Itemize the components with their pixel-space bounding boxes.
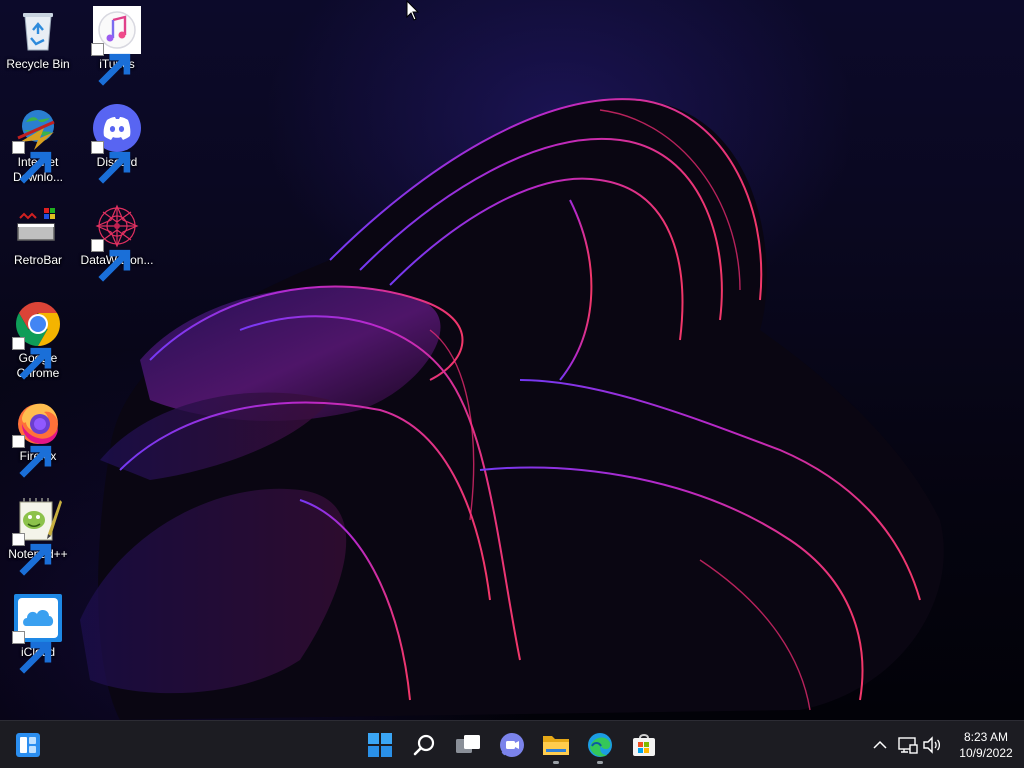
file-explorer-button[interactable] xyxy=(536,721,576,768)
icon-label: RetroBar xyxy=(13,253,63,267)
desktop-icon-internet-download-manager[interactable]: Internet Downlo... xyxy=(0,104,76,185)
chat-button[interactable] xyxy=(492,721,532,768)
clock-time: 8:23 AM xyxy=(963,730,1009,744)
desktop-icon-google-chrome[interactable]: Google Chrome xyxy=(0,300,76,381)
mouse-cursor-icon xyxy=(406,0,420,21)
desktop-icon-datawagon[interactable]: DataWagon... xyxy=(79,202,155,282)
desktop-icon-notepad-plus-plus[interactable]: Notepad++ xyxy=(0,496,76,576)
teams-chat-icon xyxy=(500,732,524,757)
search-button[interactable] xyxy=(404,721,444,768)
desktop-icon-discord[interactable]: Discord xyxy=(79,104,155,184)
clock[interactable]: 8:23 AM 10/9/2022 xyxy=(948,729,1024,761)
desktop-icon-recycle-bin[interactable]: Recycle Bin xyxy=(0,6,76,72)
desktop-icon-itunes[interactable]: iTunes xyxy=(79,6,155,86)
windows-start-icon xyxy=(368,732,392,757)
chevron-up-icon xyxy=(873,740,887,749)
shortcut-arrow-icon xyxy=(91,239,131,282)
retrobar-icon xyxy=(17,208,55,241)
desktop-icon-firefox[interactable]: Firefox xyxy=(0,398,76,478)
shortcut-arrow-icon xyxy=(12,337,52,380)
icon-label: Recycle Bin xyxy=(6,57,70,71)
clock-date: 10/9/2022 xyxy=(959,746,1013,760)
store-icon xyxy=(633,733,655,756)
shortcut-arrow-icon xyxy=(12,141,52,184)
shortcut-arrow-icon xyxy=(91,43,131,86)
volume-icon xyxy=(923,735,941,754)
desktop-icon-icloud[interactable]: iCloud xyxy=(0,594,76,674)
store-button[interactable] xyxy=(624,721,664,768)
shortcut-arrow-icon xyxy=(12,435,52,478)
task-view-icon xyxy=(456,734,480,753)
file-explorer-icon xyxy=(543,735,569,755)
network-icon xyxy=(898,736,918,754)
shortcut-arrow-icon xyxy=(12,533,52,576)
task-view-button[interactable] xyxy=(448,721,488,768)
recycle-bin-icon xyxy=(23,13,53,51)
shortcut-arrow-icon xyxy=(12,631,52,674)
widgets-icon xyxy=(16,732,40,757)
desktop[interactable]: Recycle Bin iTunes Internet Downlo... Di… xyxy=(0,0,1024,720)
shortcut-arrow-icon xyxy=(91,141,131,184)
edge-icon xyxy=(588,732,612,757)
edge-button[interactable] xyxy=(580,721,620,768)
widgets-button[interactable] xyxy=(8,721,48,768)
network-button[interactable] xyxy=(896,721,920,768)
search-icon xyxy=(413,734,435,755)
start-button[interactable] xyxy=(360,721,400,768)
desktop-icon-retrobar[interactable]: RetroBar xyxy=(0,202,76,268)
tray-overflow-button[interactable] xyxy=(868,721,892,768)
volume-button[interactable] xyxy=(920,721,944,768)
taskbar: 8:23 AM 10/9/2022 xyxy=(0,720,1024,768)
